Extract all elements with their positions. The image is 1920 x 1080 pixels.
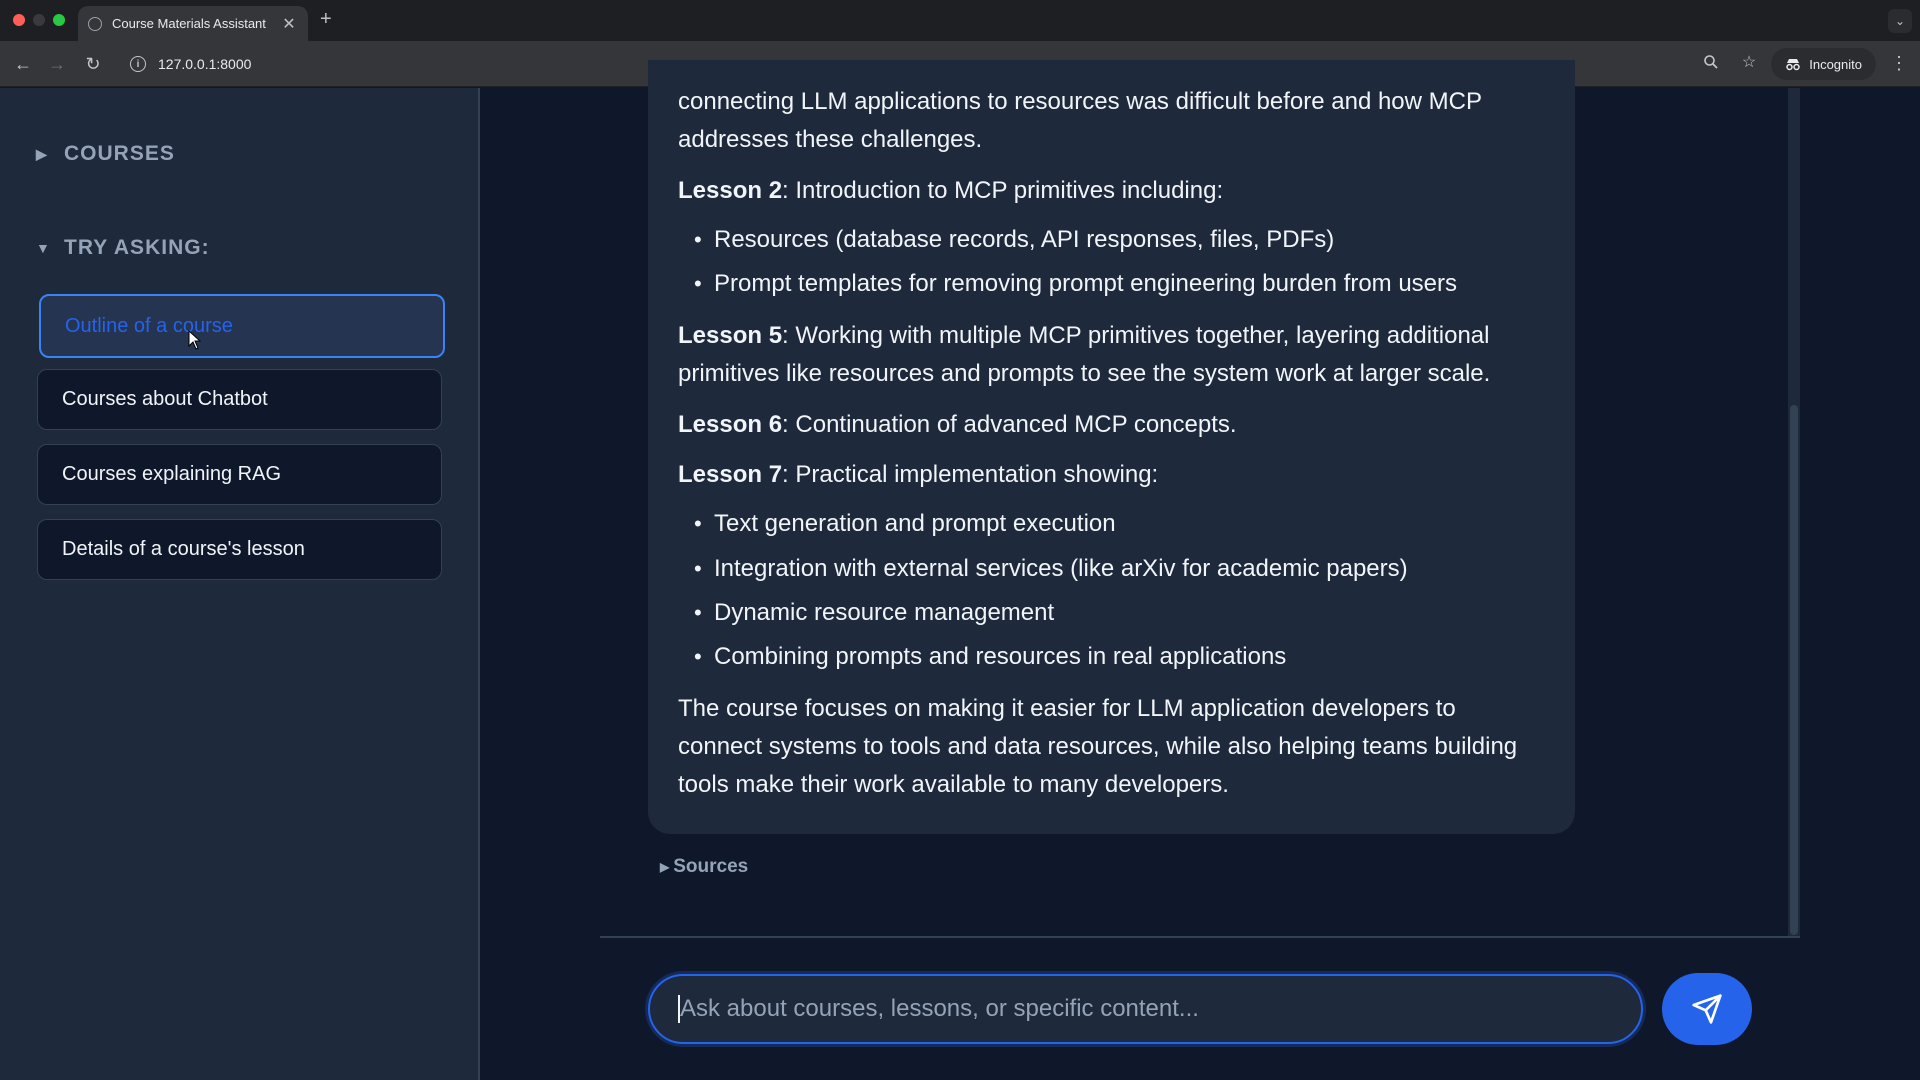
chat-input-container[interactable] [648, 974, 1643, 1044]
browser-tab-bar: Course Materials Assistant ✕ + ⌄ [0, 0, 1920, 41]
chat-scrollbar-thumb[interactable] [1790, 405, 1798, 935]
url-text: 127.0.0.1:8000 [158, 56, 252, 72]
lesson-text: : Working with multiple MCP primitives t… [782, 322, 1490, 349]
list-item-text: Prompt templates for removing prompt eng… [714, 270, 1458, 297]
address-bar-actions: ☆ [1700, 51, 1760, 73]
send-icon [1692, 994, 1722, 1024]
suggestion-courses-about-chatbot[interactable]: Courses about Chatbot [37, 369, 442, 430]
message-lesson-7: Lesson 7: Practical implementation showi… [678, 456, 1558, 494]
lesson-label: Lesson 5 [678, 322, 783, 349]
zoom-icon[interactable] [1700, 51, 1722, 73]
message-line: addresses these challenges. [678, 126, 983, 153]
list-item-text: Dynamic resource management [714, 599, 1055, 626]
list-item: • Text generation and prompt execution [694, 510, 1116, 538]
close-window-button[interactable] [13, 14, 25, 26]
suggestion-label: Courses about Chatbot [62, 388, 268, 410]
maximize-window-button[interactable] [53, 14, 65, 26]
list-item: • Resources (database records, API respon… [694, 226, 1334, 254]
suggestion-details-of-lesson[interactable]: Details of a course's lesson [37, 519, 442, 580]
tab-title: Course Materials Assistant [112, 16, 266, 31]
triangle-down-icon: ▼ [36, 240, 51, 256]
bullet-icon: • [694, 227, 702, 252]
new-tab-button[interactable]: + [320, 8, 332, 31]
list-item: • Prompt templates for removing prompt en… [694, 270, 1457, 298]
suggestion-outline-of-a-course[interactable]: Outline of a course [39, 294, 445, 358]
message-lesson-2: Lesson 2: Introduction to MCP primitives… [678, 172, 1558, 210]
list-item: • Dynamic resource management [694, 599, 1054, 627]
incognito-label: Incognito [1809, 56, 1862, 72]
message-paragraph-summary: The course focuses on making it easier f… [678, 690, 1558, 804]
lesson-label: Lesson 6 [678, 411, 783, 438]
input-divider [600, 936, 1800, 938]
list-item-text: Resources (database records, API respons… [714, 226, 1335, 253]
message-line: connect systems to tools and data resour… [678, 733, 1518, 760]
triangle-right-icon: ▶ [36, 145, 48, 162]
star-icon[interactable]: ☆ [1738, 51, 1760, 73]
send-button[interactable] [1662, 973, 1752, 1045]
suggestion-label: Details of a course's lesson [62, 538, 305, 560]
lesson-text: : Practical implementation showing: [782, 461, 1159, 488]
list-item-text: Text generation and prompt execution [714, 510, 1116, 537]
sidebar: ▶ COURSES ▼ TRY ASKING: Outline of a cou… [0, 88, 480, 1080]
try-asking-header-label: TRY ASKING: [64, 236, 210, 259]
text-caret [678, 995, 680, 1023]
bullet-icon: • [694, 511, 702, 536]
message-line: primitives like resources and prompts to… [678, 360, 1491, 387]
list-item: • Combining prompts and resources in real… [694, 643, 1286, 671]
suggestion-courses-explaining-rag[interactable]: Courses explaining RAG [37, 444, 442, 505]
suggestion-label: Outline of a course [65, 314, 233, 337]
reload-icon[interactable]: ↻ [80, 51, 106, 77]
back-arrow-icon[interactable]: ← [10, 51, 36, 77]
list-item-text: Combining prompts and resources in real … [714, 643, 1287, 670]
browser-tab[interactable]: Course Materials Assistant ✕ [78, 6, 308, 41]
bullet-icon: • [694, 600, 702, 625]
chat-input[interactable] [680, 995, 1641, 1023]
site-info-icon[interactable]: i [130, 56, 146, 72]
close-icon[interactable]: ✕ [280, 14, 298, 34]
incognito-icon [1786, 59, 1800, 71]
minimize-window-button[interactable] [33, 14, 45, 26]
message-lesson-5: Lesson 5: Working with multiple MCP prim… [678, 317, 1558, 393]
lesson-label: Lesson 2 [678, 177, 783, 204]
lesson-label: Lesson 7 [678, 461, 783, 488]
try-asking-section-header[interactable]: ▼ TRY ASKING: [36, 236, 210, 260]
message-line: The course focuses on making it easier f… [678, 695, 1456, 722]
message-lesson-6: Lesson 6: Continuation of advanced MCP c… [678, 406, 1558, 444]
list-item-text: Integration with external services (like… [714, 555, 1408, 582]
chevron-down-icon[interactable]: ⌄ [1888, 9, 1912, 33]
list-item: • Integration with external services (lik… [694, 555, 1408, 583]
bullet-icon: • [694, 644, 702, 669]
message-line: connecting LLM applications to resources… [678, 88, 1482, 115]
globe-icon [88, 16, 102, 31]
forward-arrow-icon[interactable]: → [44, 51, 70, 77]
message-paragraph-intro: connecting LLM applications to resources… [678, 83, 1558, 159]
lesson-text: : Continuation of advanced MCP concepts. [782, 411, 1237, 438]
sources-label: Sources [673, 856, 749, 877]
triangle-right-icon: ▶ [660, 860, 670, 874]
sources-toggle[interactable]: ▶ Sources [660, 856, 748, 878]
message-line: tools make their work available to many … [678, 771, 1229, 798]
incognito-indicator[interactable]: Incognito [1771, 48, 1876, 80]
bullet-icon: • [694, 556, 702, 581]
more-menu-icon[interactable]: ⋮ [1890, 53, 1908, 74]
lesson-text: : Introduction to MCP primitives includi… [782, 177, 1224, 204]
courses-section-header[interactable]: ▶ COURSES [36, 142, 175, 166]
bullet-icon: • [694, 271, 702, 296]
courses-header-label: COURSES [64, 142, 175, 165]
suggestion-label: Courses explaining RAG [62, 463, 281, 485]
